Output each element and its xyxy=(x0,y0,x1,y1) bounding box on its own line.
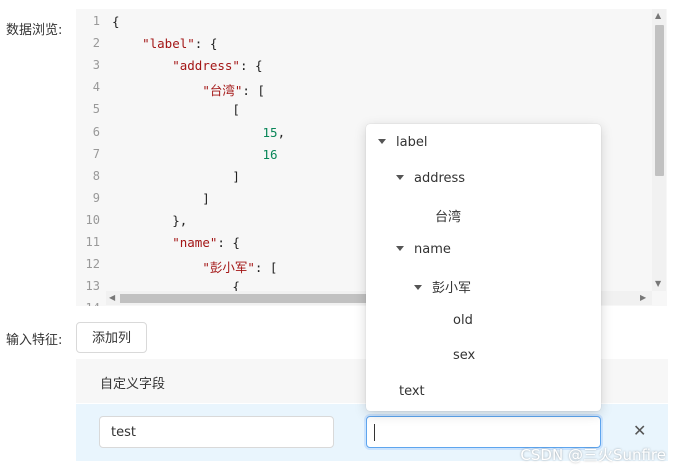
tree-node-label[interactable]: label xyxy=(378,135,427,150)
horizontal-scroll-thumb[interactable] xyxy=(120,294,366,303)
code-token: }, xyxy=(112,212,188,228)
scroll-up-arrow-icon[interactable]: ▲ xyxy=(655,11,661,21)
code-line: "label": { xyxy=(112,36,217,51)
custom-field-input[interactable]: test xyxy=(99,416,334,448)
code-line: }, xyxy=(112,213,187,228)
scroll-right-arrow-icon[interactable]: ▶ xyxy=(640,293,646,303)
code-line: ] xyxy=(112,169,240,184)
code-token: ] xyxy=(112,190,210,206)
code-token: { xyxy=(112,14,120,29)
editor-vertical-scrollbar[interactable]: ▲ ▼ xyxy=(652,9,666,291)
text-cursor xyxy=(374,424,375,441)
watermark-text: CSDN @三火Sunfire xyxy=(520,446,666,464)
code-line: "台湾": [ xyxy=(112,80,265,99)
code-token: : [ xyxy=(254,260,278,276)
tree-node-sex[interactable]: sex xyxy=(453,348,475,363)
code-line: ] xyxy=(112,191,210,206)
json-number-token: 15 xyxy=(262,124,278,140)
caret-down-icon[interactable] xyxy=(414,285,422,290)
code-line: "name": { xyxy=(112,235,240,250)
tree-node-old[interactable]: old xyxy=(453,313,473,328)
tree-select-dropdown[interactable]: label address 台湾 name 彭小军 old sex text xyxy=(366,124,601,411)
scroll-down-arrow-icon[interactable]: ▼ xyxy=(655,279,661,289)
caret-down-icon[interactable] xyxy=(396,175,404,180)
code-line: "address": { xyxy=(112,58,263,74)
code-line: [ xyxy=(112,102,240,117)
code-token: ] xyxy=(112,168,240,184)
scroll-left-arrow-icon[interactable]: ◀ xyxy=(109,293,115,303)
code-token: : { xyxy=(217,235,240,250)
json-key-token: "address" xyxy=(172,58,240,74)
code-token: : [ xyxy=(242,83,265,99)
json-number-token: 16 xyxy=(262,146,278,162)
tree-node-pengxiaojun[interactable]: 彭小军 xyxy=(414,277,471,296)
tree-node-taiwan[interactable]: 台湾 xyxy=(435,206,461,225)
code-line: 16 xyxy=(112,147,278,162)
json-key-token: "彭小军" xyxy=(202,260,255,276)
caret-down-icon[interactable] xyxy=(396,246,404,251)
tree-node-name[interactable]: name xyxy=(396,242,451,257)
vertical-scroll-thumb[interactable] xyxy=(655,25,664,176)
code-token: : { xyxy=(194,36,218,52)
x-icon[interactable]: ✕ xyxy=(633,421,646,440)
code-line: "彭小军": [ xyxy=(112,257,277,276)
code-token: : { xyxy=(239,58,263,74)
data-browse-label: 数据浏览: xyxy=(6,23,63,38)
code-token: , xyxy=(277,124,286,140)
json-key-token: "label" xyxy=(142,36,195,52)
tree-node-address[interactable]: address xyxy=(396,171,465,186)
json-key-token: "name" xyxy=(172,235,218,250)
code-line: { xyxy=(112,14,120,29)
code-token: [ xyxy=(112,102,240,118)
add-column-button[interactable]: 添加列 xyxy=(76,322,147,353)
custom-field-header: 自定义字段 xyxy=(100,377,166,392)
caret-down-icon[interactable] xyxy=(378,139,386,144)
code-line: 15, xyxy=(112,124,286,140)
json-key-token: "台湾" xyxy=(202,83,243,99)
input-feature-label: 输入特征: xyxy=(6,333,63,348)
tree-node-text[interactable]: text xyxy=(399,384,425,399)
